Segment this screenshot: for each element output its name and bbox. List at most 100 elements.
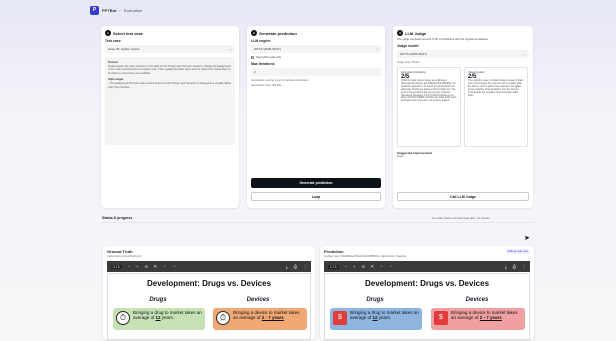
max-iterations-value: 2 xyxy=(254,70,256,74)
drugs-tail: years. xyxy=(160,315,175,320)
target-heading: Style target xyxy=(108,77,124,82)
prompt-box: Prompt Please lighten the color scheme o… xyxy=(105,57,235,145)
chevron-down-icon: ⌄ xyxy=(523,52,526,56)
ground-truth-slide: Development: Drugs vs. Devices Drugs Dev… xyxy=(107,273,311,340)
drugs-heading: Drugs xyxy=(366,297,384,303)
progress-track xyxy=(102,222,534,223)
devices-number: 2 - 7 years xyxy=(479,315,502,320)
devices-heading: Devices xyxy=(465,297,489,303)
redo-icon[interactable]: ↷ xyxy=(390,264,393,269)
print-icon[interactable]: ⎙ xyxy=(294,264,297,269)
page-indicator[interactable]: 1 / 1 xyxy=(111,264,122,269)
app-logo: P xyxy=(90,5,99,15)
drugs-box: $ Bringing a drug to market takes an ave… xyxy=(330,308,422,330)
engine-value: GPT-5 (2025-08-07) xyxy=(254,47,281,51)
step2-heading: 2 Generate prediction xyxy=(251,30,381,36)
chevron-down-icon: ⌄ xyxy=(229,47,232,51)
app-frame: P PPTBot / Evaluation 1 Select test case… xyxy=(14,2,602,340)
slide-title: Development: Drugs vs. Devices xyxy=(146,279,272,288)
python-only-label: Use python-pptx only xyxy=(256,56,282,59)
drugs-box: ⏱ Bringing a drug to market takes an ave… xyxy=(113,308,205,330)
breadcrumb-separator: / xyxy=(119,7,121,13)
redo-icon[interactable]: ↷ xyxy=(173,264,176,269)
minus-icon[interactable]: − xyxy=(345,264,347,269)
side-by-side-badge[interactable]: Side-by-side view xyxy=(505,249,530,254)
more-icon[interactable]: ⋮ xyxy=(522,264,526,269)
panel-filename: LighterColors_GroundTruth.pptx xyxy=(107,255,142,258)
llm-judge-card: 3 LLM Judge The judge compares Ground Tr… xyxy=(393,26,533,208)
engine-select[interactable]: GPT-5 (2025-08-07) ⌄ xyxy=(251,45,381,53)
pdf-toolbar: 1 / 1 − + ⟲ ⇱ ↶ ↷ ⤓ ⎙ ⋮ xyxy=(107,261,311,272)
cursor-icon[interactable]: ⇱ xyxy=(371,264,374,269)
plus-icon[interactable]: + xyxy=(353,264,355,269)
step-number: 3 xyxy=(397,30,403,36)
chevron-down-icon: ⌄ xyxy=(375,47,378,51)
generate-prediction-card: 2 Generate prediction LLM engine GPT-5 (… xyxy=(247,26,385,208)
step-title: Select test case xyxy=(113,30,144,36)
ground-truth-panel: Ground Truth LighterColors_GroundTruth.p… xyxy=(103,246,315,340)
panel-title: Ground Truth xyxy=(107,249,133,254)
target-text: - The background fill of the main conten… xyxy=(108,82,232,89)
top-header: P PPTBot / Evaluation xyxy=(14,2,602,18)
call-llm-judge-button[interactable]: Call LLM Judge xyxy=(397,192,529,201)
test-case-select[interactable]: Case 40: Lighter Colors ⌄ xyxy=(105,45,235,53)
generation-time: Generation time: 153.36s xyxy=(251,84,282,87)
rotate-icon[interactable]: ⟲ xyxy=(362,264,365,269)
prompt-text: Please lighten the color scheme on this … xyxy=(108,65,231,75)
generate-prediction-button[interactable]: Generate prediction xyxy=(251,178,381,188)
score-grid: Instruction Following 2/5 While the main… xyxy=(397,67,529,147)
max-iterations-label: Max iterations xyxy=(251,62,275,66)
judge-model-label: Judge model xyxy=(397,44,419,48)
instruction-following-score: Instruction Following 2/5 While the main… xyxy=(397,67,461,147)
panel-title: Prediction xyxy=(324,249,344,254)
step-title: LLM Judge xyxy=(405,30,427,36)
rotate-icon[interactable]: ⟲ xyxy=(145,264,148,269)
suggested-improvement-value: None xyxy=(397,155,404,158)
judge-model-value: GPT-5 (2025-08-07) xyxy=(400,52,427,56)
mouse-cursor: ➤ xyxy=(524,235,530,242)
test-case-value: Case 40: Lighter Colors xyxy=(108,47,140,51)
cursor-icon[interactable]: ⇱ xyxy=(154,264,157,269)
plus-icon[interactable]: + xyxy=(136,264,138,269)
loop-button[interactable]: Loop xyxy=(251,192,381,201)
step-number: 1 xyxy=(105,30,111,36)
score-explanation: While the main content boxes were lighte… xyxy=(401,80,457,103)
status-label: Status & progress xyxy=(102,216,133,220)
clock-dollar-icon: ⏱ xyxy=(216,311,230,325)
prediction-panel: Prediction Side-by-side view modified_ta… xyxy=(320,246,534,340)
print-icon[interactable]: ⎙ xyxy=(513,264,516,269)
python-only-checkbox[interactable] xyxy=(251,56,254,59)
breadcrumb-evaluation[interactable]: Evaluation xyxy=(124,8,143,13)
pdf-toolbar: 1 / 1 − + ⟲ ⇱ ↶ ↷ ⤓ ⎙ ⋮ xyxy=(324,261,530,272)
devices-number: 2 - 7 years xyxy=(261,315,284,320)
max-iterations-hint: Generation running Loop for iterative re… xyxy=(251,79,309,82)
devices-heading: Devices xyxy=(246,297,270,303)
panel-filename: modified_task_72ba908f0ae766febe7b2bc880… xyxy=(324,255,407,258)
devices-box: $ Bringing a device to market takes an a… xyxy=(431,308,525,330)
clock-dollar-icon: ⏱ xyxy=(116,311,130,325)
undo-icon[interactable]: ↶ xyxy=(380,264,383,269)
step3-heading: 3 LLM Judge xyxy=(397,30,529,36)
judge-model-select[interactable]: GPT-5 (2025-08-07) ⌄ xyxy=(397,50,529,58)
score-explanation: The prediction uses non-black images ins… xyxy=(468,80,524,97)
clock-dollar-icon: $ xyxy=(434,311,448,325)
brand-name[interactable]: PPTBot xyxy=(102,8,116,13)
more-icon[interactable]: ⋮ xyxy=(303,264,307,269)
python-only-row: Use python-pptx only xyxy=(251,56,381,59)
step1-heading: 1 Select test case xyxy=(105,30,235,36)
drugs-heading: Drugs xyxy=(149,297,167,303)
page-indicator[interactable]: 1 / 1 xyxy=(328,264,339,269)
judge-description: The judge compares Ground Truth vs Predi… xyxy=(397,38,489,41)
drugs-tail: years. xyxy=(377,315,392,320)
download-icon[interactable]: ⤓ xyxy=(286,264,288,269)
minus-icon[interactable]: − xyxy=(128,264,130,269)
devices-box: ⏱ Bringing a device to market takes an a… xyxy=(213,308,307,330)
step-title: Generate prediction xyxy=(259,30,297,36)
step-number: 2 xyxy=(251,30,257,36)
visual-quality-score: Visual Quality 2/5 The prediction uses n… xyxy=(464,67,528,147)
download-icon[interactable]: ⤓ xyxy=(505,264,507,269)
max-iterations-input[interactable]: 2 xyxy=(251,68,381,76)
clock-dollar-icon: $ xyxy=(333,311,347,325)
undo-icon[interactable]: ↶ xyxy=(163,264,166,269)
status-hint: Live poller shows estimated delay after … xyxy=(432,217,490,220)
